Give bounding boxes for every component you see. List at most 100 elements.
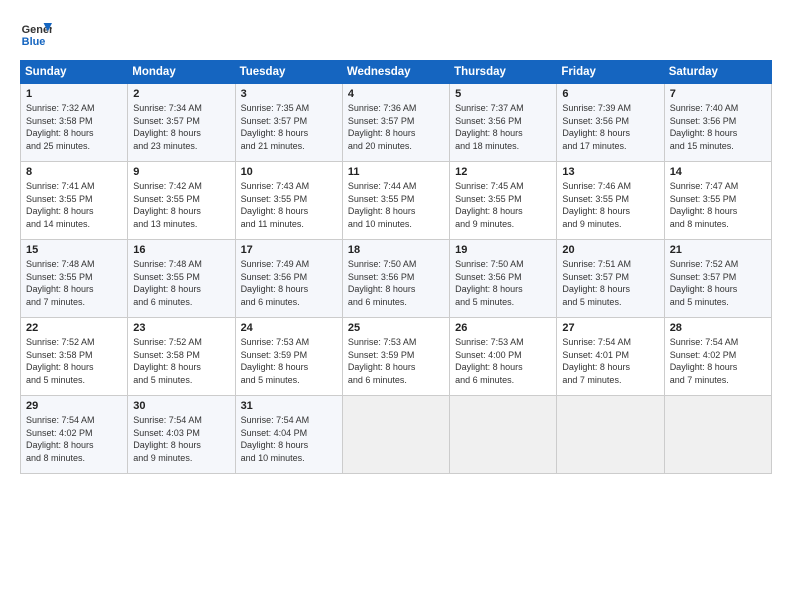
day-number: 6 — [562, 88, 658, 100]
day-number: 11 — [348, 166, 444, 178]
col-header-friday: Friday — [557, 61, 664, 84]
calendar-cell: 5Sunrise: 7:37 AMSunset: 3:56 PMDaylight… — [450, 84, 557, 162]
day-number: 21 — [670, 244, 766, 256]
calendar-cell: 4Sunrise: 7:36 AMSunset: 3:57 PMDaylight… — [342, 84, 449, 162]
day-detail: Sunrise: 7:45 AMSunset: 3:55 PMDaylight:… — [455, 181, 524, 229]
day-detail: Sunrise: 7:50 AMSunset: 3:56 PMDaylight:… — [348, 259, 417, 307]
calendar-cell: 21 Sunrise: 7:52 AMSunset: 3:57 PMDayligh… — [664, 240, 771, 318]
calendar-cell: 29 Sunrise: 7:54 AMSunset: 4:02 PMDayligh… — [21, 396, 128, 474]
calendar-body: 1 Sunrise: 7:32 AMSunset: 3:58 PMDaylight… — [21, 84, 772, 474]
calendar-cell: 7 Sunrise: 7:40 AMSunset: 3:56 PMDaylight… — [664, 84, 771, 162]
calendar-cell: 31 Sunrise: 7:54 AMSunset: 4:04 PMDayligh… — [235, 396, 342, 474]
calendar-cell — [450, 396, 557, 474]
day-number: 13 — [562, 166, 658, 178]
calendar-cell: 22Sunrise: 7:52 AMSunset: 3:58 PMDayligh… — [21, 318, 128, 396]
day-detail: Sunrise: 7:34 AMSunset: 3:57 PMDaylight:… — [133, 103, 202, 151]
calendar-cell: 13Sunrise: 7:46 AMSunset: 3:55 PMDayligh… — [557, 162, 664, 240]
day-number: 20 — [562, 244, 658, 256]
day-number: 27 — [562, 322, 658, 334]
day-number: 1 — [26, 88, 122, 100]
day-number: 17 — [241, 244, 337, 256]
calendar-cell: 12Sunrise: 7:45 AMSunset: 3:55 PMDayligh… — [450, 162, 557, 240]
calendar-cell: 24Sunrise: 7:53 AMSunset: 3:59 PMDayligh… — [235, 318, 342, 396]
week-row-3: 15 Sunrise: 7:48 AMSunset: 3:55 PMDayligh… — [21, 240, 772, 318]
calendar-cell: 15 Sunrise: 7:48 AMSunset: 3:55 PMDayligh… — [21, 240, 128, 318]
week-row-4: 22 Sunrise: 7:52 AMSunset: 3:58 PMDayligh… — [21, 318, 772, 396]
calendar-cell: 16 Sunrise: 7:48 AMSunset: 3:55 PMDayligh… — [128, 240, 235, 318]
calendar-cell: 19 Sunrise: 7:50 AMSunset: 3:56 PMDayligh… — [450, 240, 557, 318]
day-number: 15 — [26, 244, 122, 256]
calendar-cell: 23 Sunrise: 7:52 AMSunset: 3:58 PMDayligh… — [128, 318, 235, 396]
col-header-monday: Monday — [128, 61, 235, 84]
day-number: 22 — [26, 322, 122, 334]
calendar-cell: 26Sunrise: 7:53 AMSunset: 4:00 PMDayligh… — [450, 318, 557, 396]
day-number: 14 — [670, 166, 766, 178]
day-number: 16 — [133, 244, 229, 256]
day-detail: Sunrise: 7:48 AMSunset: 3:55 PMDaylight:… — [133, 259, 202, 307]
day-detail: Sunrise: 7:51 AMSunset: 3:57 PMDaylight:… — [562, 259, 631, 307]
day-detail: Sunrise: 7:54 AMSunset: 4:04 PMDaylight:… — [241, 415, 310, 463]
calendar-cell: 6Sunrise: 7:39 AMSunset: 3:56 PMDaylight… — [557, 84, 664, 162]
calendar-cell: 17 Sunrise: 7:49 AMSunset: 3:56 PMDayligh… — [235, 240, 342, 318]
calendar-cell: 18 Sunrise: 7:50 AMSunset: 3:56 PMDayligh… — [342, 240, 449, 318]
week-row-5: 29 Sunrise: 7:54 AMSunset: 4:02 PMDayligh… — [21, 396, 772, 474]
day-number: 24 — [241, 322, 337, 334]
col-header-wednesday: Wednesday — [342, 61, 449, 84]
day-number: 2 — [133, 88, 229, 100]
col-header-sunday: Sunday — [21, 61, 128, 84]
day-detail: Sunrise: 7:49 AMSunset: 3:56 PMDaylight:… — [241, 259, 310, 307]
week-row-1: 1 Sunrise: 7:32 AMSunset: 3:58 PMDaylight… — [21, 84, 772, 162]
day-number: 3 — [241, 88, 337, 100]
day-detail: Sunrise: 7:35 AMSunset: 3:57 PMDaylight:… — [241, 103, 310, 151]
calendar-cell: 27 Sunrise: 7:54 AMSunset: 4:01 PMDayligh… — [557, 318, 664, 396]
calendar-cell — [557, 396, 664, 474]
calendar-cell: 1 Sunrise: 7:32 AMSunset: 3:58 PMDaylight… — [21, 84, 128, 162]
day-detail: Sunrise: 7:32 AMSunset: 3:58 PMDaylight:… — [26, 103, 95, 151]
day-detail: Sunrise: 7:50 AMSunset: 3:56 PMDaylight:… — [455, 259, 524, 307]
day-number: 19 — [455, 244, 551, 256]
calendar-page: General Blue SundayMondayTuesdayWednesda… — [0, 0, 792, 612]
svg-text:Blue: Blue — [22, 36, 46, 48]
day-detail: Sunrise: 7:52 AMSunset: 3:57 PMDaylight:… — [670, 259, 739, 307]
day-number: 10 — [241, 166, 337, 178]
day-number: 30 — [133, 400, 229, 412]
day-detail: Sunrise: 7:43 AMSunset: 3:55 PMDaylight:… — [241, 181, 310, 229]
logo-icon: General Blue — [20, 18, 52, 50]
day-detail: Sunrise: 7:53 AMSunset: 3:59 PMDaylight:… — [348, 337, 417, 385]
day-number: 29 — [26, 400, 122, 412]
day-detail: Sunrise: 7:41 AMSunset: 3:55 PMDaylight:… — [26, 181, 95, 229]
calendar-cell: 14 Sunrise: 7:47 AMSunset: 3:55 PMDayligh… — [664, 162, 771, 240]
day-number: 4 — [348, 88, 444, 100]
day-number: 23 — [133, 322, 229, 334]
day-number: 9 — [133, 166, 229, 178]
day-detail: Sunrise: 7:48 AMSunset: 3:55 PMDaylight:… — [26, 259, 95, 307]
day-number: 31 — [241, 400, 337, 412]
day-detail: Sunrise: 7:42 AMSunset: 3:55 PMDaylight:… — [133, 181, 202, 229]
day-number: 18 — [348, 244, 444, 256]
calendar-cell — [342, 396, 449, 474]
day-detail: Sunrise: 7:54 AMSunset: 4:01 PMDaylight:… — [562, 337, 631, 385]
day-detail: Sunrise: 7:40 AMSunset: 3:56 PMDaylight:… — [670, 103, 739, 151]
calendar-cell: 3 Sunrise: 7:35 AMSunset: 3:57 PMDaylight… — [235, 84, 342, 162]
day-number: 25 — [348, 322, 444, 334]
day-detail: Sunrise: 7:54 AMSunset: 4:02 PMDaylight:… — [670, 337, 739, 385]
day-number: 7 — [670, 88, 766, 100]
calendar-cell: 8 Sunrise: 7:41 AMSunset: 3:55 PMDaylight… — [21, 162, 128, 240]
day-number: 8 — [26, 166, 122, 178]
calendar-cell: 9 Sunrise: 7:42 AMSunset: 3:55 PMDaylight… — [128, 162, 235, 240]
calendar-cell: 20 Sunrise: 7:51 AMSunset: 3:57 PMDayligh… — [557, 240, 664, 318]
calendar-cell: 25 Sunrise: 7:53 AMSunset: 3:59 PMDayligh… — [342, 318, 449, 396]
day-detail: Sunrise: 7:52 AMSunset: 3:58 PMDaylight:… — [133, 337, 202, 385]
day-number: 28 — [670, 322, 766, 334]
calendar-cell: 30Sunrise: 7:54 AMSunset: 4:03 PMDayligh… — [128, 396, 235, 474]
col-header-saturday: Saturday — [664, 61, 771, 84]
calendar-table: SundayMondayTuesdayWednesdayThursdayFrid… — [20, 60, 772, 474]
calendar-cell — [664, 396, 771, 474]
day-detail: Sunrise: 7:54 AMSunset: 4:02 PMDaylight:… — [26, 415, 95, 463]
calendar-cell: 28 Sunrise: 7:54 AMSunset: 4:02 PMDayligh… — [664, 318, 771, 396]
day-number: 26 — [455, 322, 551, 334]
day-detail: Sunrise: 7:47 AMSunset: 3:55 PMDaylight:… — [670, 181, 739, 229]
day-detail: Sunrise: 7:37 AMSunset: 3:56 PMDaylight:… — [455, 103, 524, 151]
col-header-thursday: Thursday — [450, 61, 557, 84]
week-row-2: 8 Sunrise: 7:41 AMSunset: 3:55 PMDaylight… — [21, 162, 772, 240]
